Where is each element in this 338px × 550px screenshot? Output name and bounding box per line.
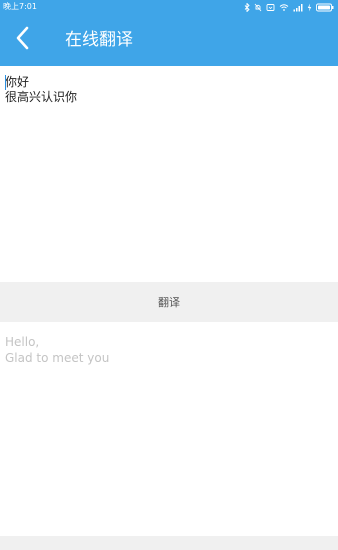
result-text-line: Glad to meet you [5,351,110,365]
bluetooth-icon [244,2,250,12]
alarm-icon [266,3,275,12]
status-bar: 晚上7:01 [0,0,338,14]
signal-icon [293,3,303,12]
bottom-divider [0,536,338,550]
translate-button-label: 翻译 [158,296,180,309]
battery-icon [316,3,334,12]
status-icons [244,2,334,12]
mute-icon [254,3,262,12]
source-text-line: 很高兴认识你 [5,90,78,104]
source-text-input[interactable]: 你好 很高兴认识你 [0,66,338,282]
status-time: 晚上7:01 [3,2,37,11]
charging-icon [307,3,312,12]
page-title: 在线翻译 [65,30,133,50]
text-cursor [5,75,6,90]
chevron-left-icon [15,26,29,54]
app-bar: 在线翻译 [0,14,338,66]
translate-button[interactable]: 翻译 [0,282,338,322]
wifi-icon [279,3,289,12]
source-text-line: 你好 [5,75,30,89]
translation-result: Hello, Glad to meet you [0,322,338,536]
back-button[interactable] [8,24,36,56]
result-text-line: Hello, [5,335,40,349]
